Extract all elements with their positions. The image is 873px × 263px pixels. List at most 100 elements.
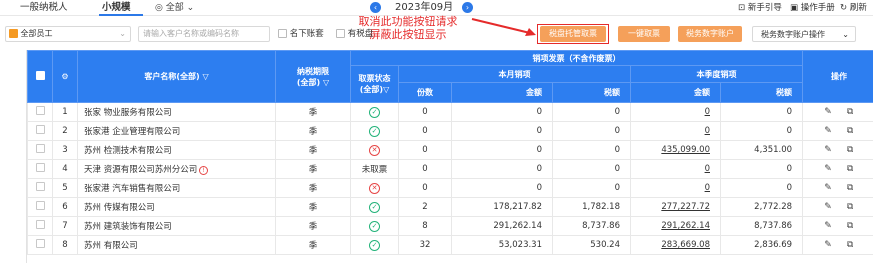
row-checkbox[interactable] — [35, 182, 45, 191]
count-cell: 32 — [398, 235, 452, 255]
invoice-icon[interactable]: ⧉ — [845, 183, 855, 193]
annotation-highlight-box — [537, 24, 609, 44]
tax-digital-account-button[interactable]: 税务数字账户 — [678, 26, 742, 42]
quarter-amount-header: 金额 — [630, 82, 721, 103]
fetch-status-cell: ✕ — [350, 140, 399, 160]
select-all-checkbox[interactable] — [35, 71, 45, 80]
customer-name[interactable]: 苏州 传媒有限公司 — [77, 197, 276, 217]
customer-name-text: 苏州 建筑装饰有限公司 — [84, 222, 172, 232]
refresh-link[interactable]: ↻ 刷新 — [840, 1, 867, 15]
customer-name[interactable]: 张家港 汽车销售有限公司 — [77, 178, 276, 198]
search-placeholder: 请输入客户名称或编码名称 — [143, 29, 239, 38]
has-tax-disk-checkbox[interactable]: 有税盘 — [336, 26, 373, 42]
fetch-status-cell: ✓ — [350, 216, 399, 236]
row-checkbox[interactable] — [35, 106, 45, 115]
row-select-cell — [27, 216, 53, 236]
invoice-icon[interactable]: ⧉ — [845, 202, 855, 212]
table-row[interactable]: 4 天津 资源有限公司苏州分公司! 季未取票 0 0 0 0 0 ✎ ⧉ — [27, 159, 873, 179]
table-row[interactable]: 1 张家 物业服务有限公司季 ✓ 0 0 0 0 0 ✎ ⧉ — [27, 102, 873, 122]
table-row[interactable]: 2 张家港 企业管理有限公司季 ✓ 0 0 0 0 0 ✎ ⧉ — [27, 121, 873, 141]
staff-select[interactable]: 全部员工 ⌄ — [5, 26, 131, 42]
tax-period-cell: 季 — [275, 216, 351, 236]
row-checkbox[interactable] — [35, 239, 45, 248]
newbie-guide-link[interactable]: ⊡ 新手引导 — [738, 1, 782, 15]
tab-small-scale[interactable]: 小规模 — [102, 1, 131, 15]
invoice-icon[interactable]: ⧉ — [845, 240, 855, 250]
customer-name-header[interactable]: 客户名称(全部) ▽ — [77, 50, 276, 103]
edit-icon[interactable]: ✎ — [823, 107, 833, 117]
customer-name[interactable]: 张家 物业服务有限公司 — [77, 102, 276, 122]
success-check-icon: ✓ — [369, 220, 380, 232]
tax-digital-ops-dropdown[interactable]: 税务数字账户操作 ⌄ — [752, 26, 856, 42]
edit-icon[interactable]: ✎ — [823, 221, 833, 231]
row-checkbox[interactable] — [35, 220, 45, 229]
quarter-amount-cell[interactable]: 277,227.72 — [630, 197, 721, 217]
invoice-icon[interactable]: ⧉ — [845, 126, 855, 136]
status-text: 未取票 — [361, 165, 388, 175]
staff-checkbox — [9, 29, 18, 38]
one-click-fetch-button[interactable]: 一键取票 — [618, 26, 670, 42]
top-tab-bar: 一般纳税人 小规模 ◎ 全部 ⌄ ‹ 2023年09月 › ⊡ 新手引导 ▣ 操… — [0, 0, 873, 16]
settings-header[interactable]: ⚙ — [52, 50, 78, 103]
invoice-icon[interactable]: ⧉ — [845, 145, 855, 155]
quarter-amount-link: 291,262.14 — [661, 221, 710, 231]
under-account-checkbox[interactable]: 名下账套 — [278, 26, 324, 42]
tax-cell: 8,737.86 — [552, 216, 631, 236]
prev-period-button[interactable]: ‹ — [370, 2, 381, 13]
customer-name[interactable]: 苏州 建筑装饰有限公司 — [77, 216, 276, 236]
edit-icon[interactable]: ✎ — [823, 240, 833, 250]
customer-name[interactable]: 张家港 企业管理有限公司 — [77, 121, 276, 141]
customer-search-input[interactable]: 请输入客户名称或编码名称 — [138, 26, 270, 42]
edit-icon[interactable]: ✎ — [823, 183, 833, 193]
quarter-amount-link: 435,099.00 — [661, 145, 710, 155]
table-row[interactable]: 8 苏州 有限公司 季 ✓ 32 53,023.31 530.24 283,669.08 2,8… — [27, 235, 873, 255]
tax-period-cell: 季 — [275, 235, 351, 255]
has-tax-disk-label: 有税盘 — [347, 29, 374, 39]
tab-general-taxpayer[interactable]: 一般纳税人 — [20, 1, 68, 15]
row-checkbox[interactable] — [35, 163, 45, 172]
row-checkbox[interactable] — [35, 125, 45, 134]
edit-icon[interactable]: ✎ — [823, 126, 833, 136]
quarter-tax-cell: 4,351.00 — [719, 140, 804, 160]
table-row[interactable]: 5 张家港 汽车销售有限公司季 ✕ 0 0 0 0 0 ✎ ⧉ — [27, 178, 873, 198]
table-row[interactable]: 3 苏州 检测技术有限公司季 ✕ 0 0 0 435,099.00 4,351.00 ✎ ⧉ — [27, 140, 873, 160]
amount-cell: 0 — [451, 178, 553, 198]
invoice-icon[interactable]: ⧉ — [845, 164, 855, 174]
quarter-amount-cell[interactable]: 291,262.14 — [630, 216, 721, 236]
edit-icon[interactable]: ✎ — [823, 164, 833, 174]
manual-link[interactable]: ▣ 操作手册 — [790, 1, 835, 15]
next-period-button[interactable]: › — [462, 2, 473, 13]
tax-period-header[interactable]: 纳税期限 (全部) ▽ — [275, 50, 351, 103]
quarter-amount-cell[interactable]: 0 — [630, 102, 721, 122]
ops-cell: ✎ ⧉ — [802, 235, 873, 255]
chevron-down-icon: ⌄ — [119, 29, 126, 38]
error-x-icon: ✕ — [369, 182, 380, 194]
ops-cell: ✎ ⧉ — [802, 159, 873, 179]
customer-name-text: 张家港 汽车销售有限公司 — [84, 184, 181, 194]
quarter-amount-cell[interactable]: 283,669.08 — [630, 235, 721, 255]
amount-cell: 178,217.82 — [451, 197, 553, 217]
quarter-amount-cell[interactable]: 0 — [630, 159, 721, 179]
customer-name[interactable]: 天津 资源有限公司苏州分公司! — [77, 159, 276, 179]
customer-name[interactable]: 苏州 检测技术有限公司 — [77, 140, 276, 160]
scope-select[interactable]: ◎ 全部 ⌄ — [155, 1, 194, 15]
success-check-icon: ✓ — [369, 201, 380, 213]
row-number: 1 — [52, 102, 78, 122]
amount-cell: 53,023.31 — [451, 235, 553, 255]
count-cell: 0 — [398, 159, 452, 179]
row-checkbox[interactable] — [35, 144, 45, 153]
customer-name[interactable]: 苏州 有限公司 — [77, 235, 276, 255]
table-row[interactable]: 7 苏州 建筑装饰有限公司季 ✓ 8 291,262.14 8,737.86 291,262… — [27, 216, 873, 236]
fetch-status-header[interactable]: 取票状态 (全部)▽ — [350, 65, 399, 103]
edit-icon[interactable]: ✎ — [823, 145, 833, 155]
table-row[interactable]: 6 苏州 传媒有限公司 季 ✓ 2 178,217.82 1,782.18 277,227.7… — [27, 197, 873, 217]
row-checkbox[interactable] — [35, 201, 45, 210]
invoice-icon[interactable]: ⧉ — [845, 107, 855, 117]
quarter-amount-cell[interactable]: 0 — [630, 121, 721, 141]
quarter-amount-link: 0 — [704, 126, 710, 136]
invoice-icon[interactable]: ⧉ — [845, 221, 855, 231]
quarter-amount-cell[interactable]: 0 — [630, 178, 721, 198]
count-cell: 0 — [398, 102, 452, 122]
edit-icon[interactable]: ✎ — [823, 202, 833, 212]
quarter-amount-cell[interactable]: 435,099.00 — [630, 140, 721, 160]
